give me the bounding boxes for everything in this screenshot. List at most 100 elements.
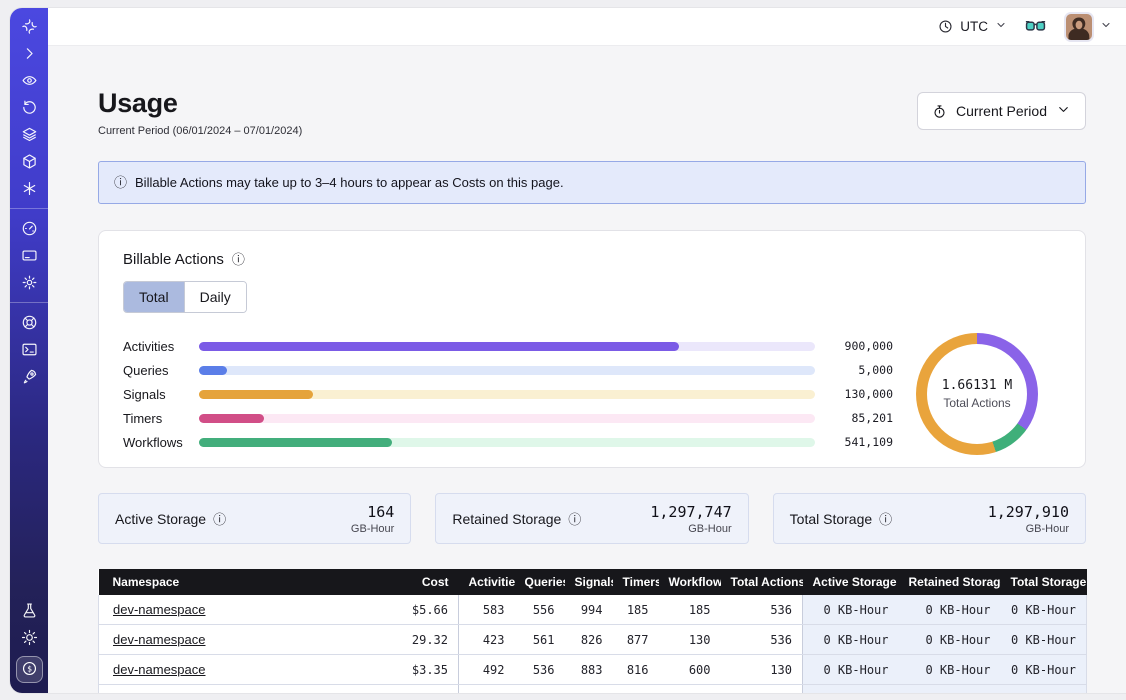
history-icon (21, 99, 38, 116)
namespace-link[interactable]: dev-namespace (113, 632, 206, 647)
user-menu[interactable] (1064, 12, 1112, 42)
clock-icon (938, 19, 953, 34)
sidebar-item-flask[interactable] (10, 597, 48, 624)
page-title: Usage (98, 90, 302, 117)
stopwatch-icon (932, 104, 947, 119)
table-cell: 0 KB-Hour (899, 625, 1001, 655)
storage-card-label: Retained Storage (452, 511, 561, 527)
sidebar-item-asterisk[interactable] (10, 175, 48, 202)
table-cell (659, 685, 721, 694)
sidebar-group-bottom (10, 597, 48, 651)
storage-card-unit: GB-Hour (650, 523, 731, 535)
table-cell (899, 685, 1001, 694)
table-cell: 0 KB-Hour (803, 625, 899, 655)
table-cell (389, 685, 459, 694)
bar-label: Timers (123, 411, 199, 426)
table-cell: 536 (515, 655, 565, 685)
credit-card-icon (21, 247, 38, 264)
usage-bar-row-workflows: Workflows541,109 (123, 430, 893, 454)
bar-fill (199, 390, 313, 399)
storage-card-value: 1,297,910 (988, 503, 1069, 521)
table-row: dev-namespace29.324235618268771305360 KB… (99, 625, 1087, 655)
bar-fill (199, 366, 227, 375)
sidebar-item-layers[interactable] (10, 121, 48, 148)
info-icon[interactable]: ⓘ (232, 253, 245, 266)
column-header: Signals (565, 569, 613, 595)
sidebar-item-coin-active[interactable]: $ (16, 656, 43, 683)
table-cell: 29.32 (389, 625, 459, 655)
lifebuoy-icon (21, 314, 38, 331)
sidebar-item-terminal[interactable] (10, 336, 48, 363)
timezone-selector[interactable]: UTC (938, 19, 1007, 34)
table-cell: dev-namespace (99, 595, 389, 625)
info-icon[interactable]: ⓘ (213, 513, 226, 526)
table-cell: 556 (515, 595, 565, 625)
main-area: UTC Usage Current Period (06/01/2024 (48, 8, 1126, 693)
bar-track (199, 438, 815, 447)
billable-actions-bar-chart: Activities900,000Queries5,000Signals130,… (123, 334, 893, 454)
column-header: Retained Storage (899, 569, 1001, 595)
info-icon[interactable]: ⓘ (568, 513, 581, 526)
tab-total[interactable]: Total (124, 282, 184, 312)
total-actions-donut-wrap: 1.66131 M Total Actions (893, 333, 1061, 455)
glasses-icon (1025, 20, 1046, 33)
table-cell: 0 KB-Hour (803, 595, 899, 625)
chevron-down-icon (995, 19, 1007, 34)
topbar: UTC (48, 8, 1126, 46)
sidebar-item-chevron-right[interactable] (10, 40, 48, 67)
column-header: Queries (515, 569, 565, 595)
table-cell: dev-namespace (99, 655, 389, 685)
table-cell: 0 KB-Hour (1001, 625, 1087, 655)
table-cell: 130 (721, 655, 803, 685)
table-cell: 492 (459, 655, 515, 685)
table-cell (803, 685, 899, 694)
sidebar-item-gear[interactable] (10, 269, 48, 296)
total-storage-card: Total Storageⓘ 1,297,910GB-Hour (773, 493, 1086, 544)
table-cell (721, 685, 803, 694)
tab-daily[interactable]: Daily (184, 282, 246, 312)
table-cell: 185 (613, 595, 659, 625)
table-cell: dev-namespace (99, 625, 389, 655)
table-cell (565, 685, 613, 694)
total-actions-value: 1.66131 M (942, 378, 1012, 393)
column-header: Namespace (99, 569, 389, 595)
table-cell: 583 (459, 595, 515, 625)
bar-track (199, 390, 815, 399)
chevron-right-icon (21, 45, 38, 62)
usage-bar-row-timers: Timers85,201 (123, 406, 893, 430)
period-selector-button[interactable]: Current Period (917, 92, 1086, 130)
bar-fill (199, 342, 679, 351)
table-cell: 536 (721, 595, 803, 625)
namespace-link[interactable]: dev-namespace (113, 602, 206, 617)
chevron-down-icon (1056, 102, 1071, 120)
info-icon[interactable]: ⓘ (879, 513, 892, 526)
column-header: Timers (613, 569, 659, 595)
sidebar-item-sun[interactable] (10, 624, 48, 651)
sidebar-item-temporal-logo[interactable] (10, 13, 48, 40)
table-cell: 130 (659, 625, 721, 655)
table-cell: 0 KB-Hour (899, 655, 1001, 685)
avatar-frame (1064, 12, 1094, 42)
info-icon: ⓘ (114, 176, 127, 189)
storage-card-label: Total Storage (790, 511, 873, 527)
namespace-link[interactable]: dev-namespace (113, 662, 206, 677)
sidebar-item-lifebuoy[interactable] (10, 309, 48, 336)
sidebar-item-gauge[interactable] (10, 215, 48, 242)
sidebar-item-eye[interactable] (10, 67, 48, 94)
bar-track (199, 342, 815, 351)
avatar (1066, 14, 1092, 40)
table-cell: 185 (659, 595, 721, 625)
column-header: Cost (389, 569, 459, 595)
table-cell (459, 685, 515, 694)
bar-label: Signals (123, 387, 199, 402)
bar-fill (199, 438, 392, 447)
sidebar-item-history[interactable] (10, 94, 48, 121)
column-header: Total Actions (721, 569, 803, 595)
sidebar-item-rocket[interactable] (10, 363, 48, 390)
table-cell (613, 685, 659, 694)
sidebar: $ (10, 8, 48, 693)
sidebar-item-credit-card[interactable] (10, 242, 48, 269)
glasses-toggle-button[interactable] (1025, 20, 1046, 33)
sidebar-item-cube[interactable] (10, 148, 48, 175)
bar-value: 541,109 (829, 435, 893, 449)
